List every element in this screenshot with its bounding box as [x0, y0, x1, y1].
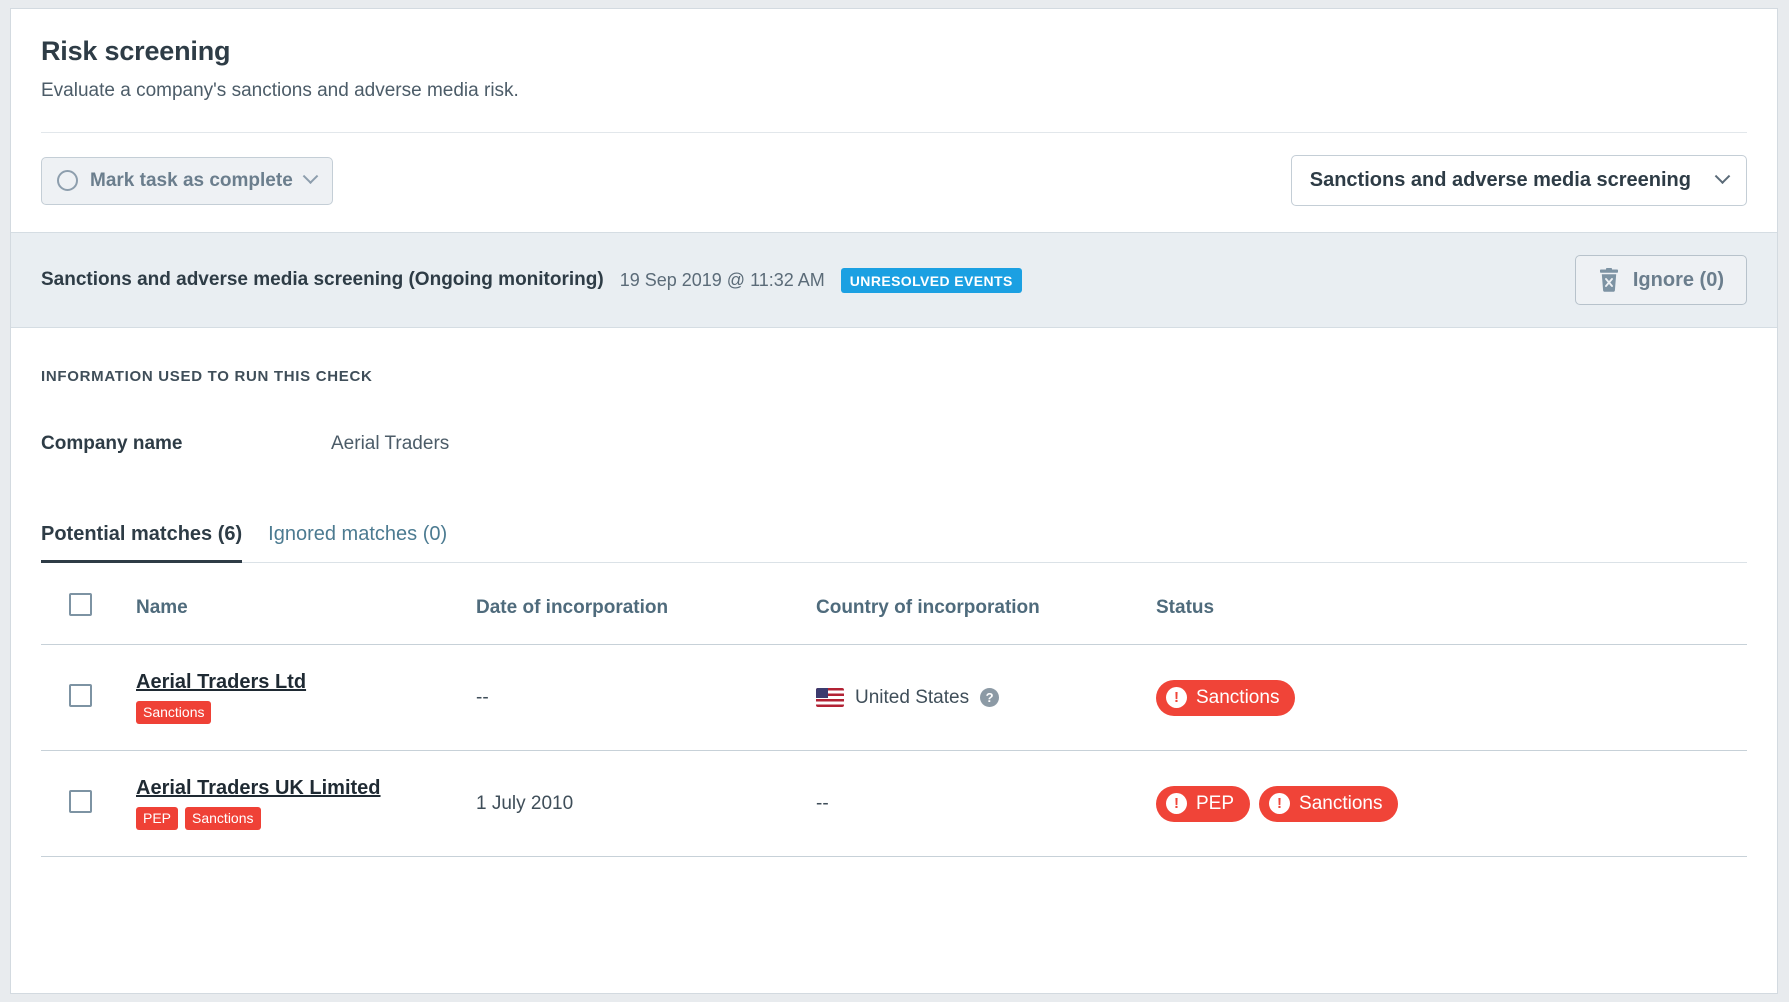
select-all-header — [41, 563, 136, 645]
risk-screening-page: Risk screening Evaluate a company's sanc… — [10, 8, 1778, 994]
check-type-select-value: Sanctions and adverse media screening — [1310, 169, 1691, 192]
table-header-row: Name Date of incorporation Country of in… — [41, 563, 1747, 645]
column-header-status: Status — [1156, 563, 1747, 645]
entity-tag: Sanctions — [185, 807, 260, 830]
tab-ignored-matches[interactable]: Ignored matches (0) — [255, 523, 460, 562]
check-banner: Sanctions and adverse media screening (O… — [11, 232, 1777, 328]
checkbox-icon[interactable] — [69, 593, 92, 616]
status-pill: ! Sanctions — [1259, 786, 1398, 822]
row-status-cell: ! Sanctions — [1156, 645, 1747, 751]
row-name-cell: Aerial Traders Ltd Sanctions — [136, 645, 476, 751]
tab-potential-matches-label: Potential matches (6) — [41, 523, 242, 545]
checkbox-icon[interactable] — [69, 684, 92, 707]
flag-us-icon — [816, 688, 844, 707]
row-select-cell — [41, 645, 136, 751]
row-country-label: United States — [855, 687, 969, 709]
exclamation-icon: ! — [1166, 793, 1187, 814]
status-badge: UNRESOLVED EVENTS — [841, 268, 1022, 293]
row-status-cell: ! PEP ! Sanctions — [1156, 751, 1747, 857]
ignore-label: Ignore (0) — [1633, 269, 1724, 292]
entity-tag: Sanctions — [136, 701, 211, 724]
info-value: Aerial Traders — [331, 433, 449, 455]
page-title: Risk screening — [41, 35, 1747, 67]
help-icon[interactable]: ? — [980, 688, 999, 707]
chevron-down-icon — [1715, 169, 1731, 185]
check-content: INFORMATION USED TO RUN THIS CHECK Compa… — [11, 328, 1777, 857]
exclamation-icon: ! — [1269, 793, 1290, 814]
row-country-cell: -- — [816, 751, 1156, 857]
mark-task-complete-label: Mark task as complete — [90, 170, 293, 192]
checkbox-icon[interactable] — [69, 790, 92, 813]
circle-icon — [57, 170, 78, 191]
task-toolbar: Mark task as complete Sanctions and adve… — [11, 133, 1777, 232]
table-row: Aerial Traders Ltd Sanctions -- United S… — [41, 645, 1747, 751]
check-type-select[interactable]: Sanctions and adverse media screening — [1291, 155, 1747, 206]
row-select-cell — [41, 751, 136, 857]
check-banner-info: Sanctions and adverse media screening (O… — [41, 268, 1022, 293]
information-section-label: INFORMATION USED TO RUN THIS CHECK — [41, 368, 1747, 385]
tab-ignored-matches-label: Ignored matches (0) — [268, 523, 447, 545]
ignore-button[interactable]: Ignore (0) — [1575, 255, 1747, 305]
check-banner-title: Sanctions and adverse media screening (O… — [41, 269, 604, 291]
row-date-cell: 1 July 2010 — [476, 751, 816, 857]
check-banner-date: 19 Sep 2019 @ 11:32 AM — [620, 270, 825, 291]
matches-tabs: Potential matches (6) Ignored matches (0… — [41, 523, 1747, 563]
status-pill: ! PEP — [1156, 786, 1250, 822]
page-header: Risk screening Evaluate a company's sanc… — [11, 9, 1777, 104]
entity-tags: Sanctions — [136, 701, 476, 724]
status-pill-label: Sanctions — [1299, 793, 1382, 815]
entity-tags: PEP Sanctions — [136, 807, 476, 830]
exclamation-icon: ! — [1166, 687, 1187, 708]
status-pill: ! Sanctions — [1156, 680, 1295, 716]
page-subtitle: Evaluate a company's sanctions and adver… — [41, 79, 1747, 104]
info-key: Company name — [41, 433, 331, 455]
entity-link[interactable]: Aerial Traders UK Limited — [136, 777, 381, 800]
column-header-name: Name — [136, 563, 476, 645]
matches-table-body: Aerial Traders Ltd Sanctions -- United S… — [41, 645, 1747, 857]
tab-potential-matches[interactable]: Potential matches (6) — [41, 523, 255, 562]
matches-table-head: Name Date of incorporation Country of in… — [41, 563, 1747, 645]
info-row-company-name: Company name Aerial Traders — [41, 433, 1747, 455]
trash-x-icon — [1598, 268, 1620, 292]
row-country-cell: United States ? — [816, 645, 1156, 751]
column-header-date: Date of incorporation — [476, 563, 816, 645]
row-date-cell: -- — [476, 645, 816, 751]
mark-task-complete-button[interactable]: Mark task as complete — [41, 157, 333, 205]
column-header-country: Country of incorporation — [816, 563, 1156, 645]
row-name-cell: Aerial Traders UK Limited PEP Sanctions — [136, 751, 476, 857]
matches-table: Name Date of incorporation Country of in… — [41, 563, 1747, 857]
chevron-down-icon — [302, 169, 318, 185]
table-row: Aerial Traders UK Limited PEP Sanctions … — [41, 751, 1747, 857]
status-pill-label: Sanctions — [1196, 687, 1279, 709]
status-pill-label: PEP — [1196, 793, 1234, 815]
entity-tag: PEP — [136, 807, 178, 830]
entity-link[interactable]: Aerial Traders Ltd — [136, 671, 306, 694]
